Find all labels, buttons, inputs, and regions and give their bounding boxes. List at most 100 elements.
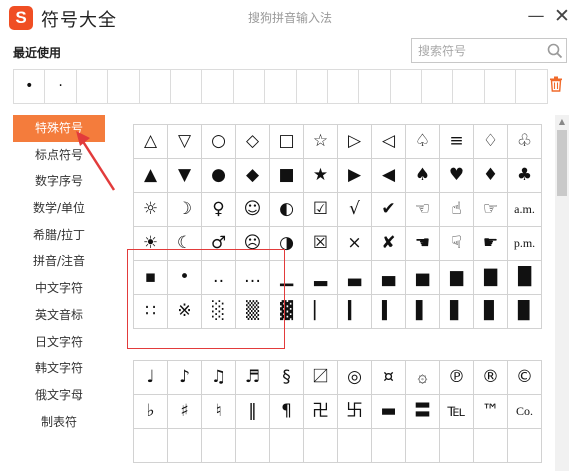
symbol-cell[interactable]: ♂ [202, 227, 236, 261]
sidebar-item[interactable]: 特殊符号 [13, 115, 105, 142]
sidebar-item[interactable]: 韩文字符 [13, 355, 105, 382]
recent-symbol-cell[interactable] [265, 70, 297, 103]
symbol-cell[interactable]: 〼 [304, 361, 338, 395]
symbol-cell[interactable]: 卍 [304, 395, 338, 429]
symbol-cell[interactable]: p.m. [508, 227, 542, 261]
symbol-cell[interactable]: ☀ [134, 227, 168, 261]
sidebar-item[interactable]: 拼音/注音 [13, 248, 105, 275]
symbol-cell[interactable]: ☑ [304, 193, 338, 227]
symbol-cell[interactable]: ® [474, 361, 508, 395]
symbol-cell[interactable] [440, 429, 474, 463]
recent-symbol-cell[interactable] [359, 70, 391, 103]
symbol-cell[interactable]: × [338, 227, 372, 261]
symbol-cell[interactable]: ▅ [406, 261, 440, 295]
symbol-cell[interactable]: a.m. [508, 193, 542, 227]
scrollbar[interactable]: ▲ [555, 115, 569, 471]
symbol-cell[interactable]: ◐ [270, 193, 304, 227]
symbol-cell[interactable]: ☚ [406, 227, 440, 261]
symbol-cell[interactable]: ℗ [440, 361, 474, 395]
symbol-cell[interactable]: © [508, 361, 542, 395]
search-icon[interactable] [546, 42, 564, 60]
symbol-cell[interactable] [508, 429, 542, 463]
symbol-cell[interactable]: ♫ [202, 361, 236, 395]
symbol-cell[interactable]: ♢ [474, 125, 508, 159]
symbol-cell[interactable]: ▓ [270, 295, 304, 329]
close-button[interactable]: ✕ [551, 5, 573, 27]
symbol-cell[interactable] [304, 429, 338, 463]
recent-symbol-cell[interactable] [328, 70, 360, 103]
symbol-cell[interactable]: √ [338, 193, 372, 227]
symbol-cell[interactable]: 〓 [406, 395, 440, 429]
symbol-cell[interactable]: ♯ [168, 395, 202, 429]
trash-icon[interactable] [549, 76, 563, 92]
symbol-cell[interactable]: ◆ [236, 159, 270, 193]
recent-symbol-cell[interactable] [234, 70, 266, 103]
recent-symbol-cell[interactable]: · [45, 70, 77, 103]
symbol-cell[interactable]: • [168, 261, 202, 295]
symbol-cell[interactable] [338, 429, 372, 463]
symbol-cell[interactable]: ▬ [372, 395, 406, 429]
symbol-cell[interactable]: ☝ [440, 193, 474, 227]
symbol-cell[interactable]: ※ [168, 295, 202, 329]
recent-symbol-cell[interactable] [391, 70, 423, 103]
symbol-cell[interactable]: ▶ [338, 159, 372, 193]
recent-symbol-cell[interactable] [297, 70, 328, 103]
symbol-cell[interactable]: ○ [202, 125, 236, 159]
symbol-cell[interactable]: ♭ [134, 395, 168, 429]
symbol-cell[interactable]: ░ [202, 295, 236, 329]
symbol-cell[interactable]: ‥ [202, 261, 236, 295]
symbol-cell[interactable]: ▷ [338, 125, 372, 159]
symbol-cell[interactable] [372, 429, 406, 463]
symbol-cell[interactable]: ☒ [304, 227, 338, 261]
symbol-cell[interactable]: ▃ [338, 261, 372, 295]
symbol-cell[interactable]: ▇ [474, 261, 508, 295]
symbol-cell[interactable]: ♪ [168, 361, 202, 395]
symbol-cell[interactable]: ▋ [440, 295, 474, 329]
symbol-cell[interactable]: ☛ [474, 227, 508, 261]
sidebar-item[interactable]: 数字序号 [13, 168, 105, 195]
symbol-cell[interactable]: Co. [508, 395, 542, 429]
symbol-cell[interactable]: … [236, 261, 270, 295]
symbol-cell[interactable]: ☺ [236, 193, 270, 227]
search-input[interactable] [418, 42, 538, 60]
symbol-cell[interactable] [406, 429, 440, 463]
symbol-cell[interactable]: ◑ [270, 227, 304, 261]
symbol-cell[interactable]: ☽ [168, 193, 202, 227]
symbol-cell[interactable]: ™ [474, 395, 508, 429]
symbol-cell[interactable]: ☹ [236, 227, 270, 261]
symbol-cell[interactable]: ♬ [236, 361, 270, 395]
symbol-cell[interactable] [168, 429, 202, 463]
recent-symbol-cell[interactable] [108, 70, 140, 103]
symbol-cell[interactable]: ▄ [372, 261, 406, 295]
symbol-cell[interactable]: █ [508, 261, 542, 295]
scroll-thumb[interactable] [557, 130, 567, 196]
symbol-cell[interactable]: ♤ [406, 125, 440, 159]
sidebar-item[interactable]: 英文音标 [13, 302, 105, 329]
recent-symbol-cell[interactable] [140, 70, 171, 103]
symbol-cell[interactable]: ▼ [168, 159, 202, 193]
symbol-cell[interactable]: § [270, 361, 304, 395]
symbol-cell[interactable]: ▏ [304, 295, 338, 329]
symbol-cell[interactable]: ◁ [372, 125, 406, 159]
symbol-cell[interactable]: ☟ [440, 227, 474, 261]
symbol-cell[interactable]: ۞ [406, 361, 440, 395]
symbol-cell[interactable]: ☜ [406, 193, 440, 227]
symbol-cell[interactable]: ◀ [372, 159, 406, 193]
symbol-cell[interactable]: ▎ [338, 295, 372, 329]
symbol-cell[interactable]: ☆ [304, 125, 338, 159]
symbol-cell[interactable]: ★ [304, 159, 338, 193]
symbol-cell[interactable] [236, 429, 270, 463]
search-box[interactable] [411, 38, 567, 63]
symbol-cell[interactable]: ¶ [270, 395, 304, 429]
recent-symbol-cell[interactable] [171, 70, 203, 103]
symbol-cell[interactable]: ♀ [202, 193, 236, 227]
symbol-cell[interactable]: ▍ [372, 295, 406, 329]
symbol-cell[interactable] [270, 429, 304, 463]
symbol-cell[interactable]: ▆ [440, 261, 474, 295]
recent-symbol-cell[interactable] [485, 70, 517, 103]
recent-symbol-cell[interactable] [202, 70, 234, 103]
symbol-cell[interactable] [474, 429, 508, 463]
symbol-cell[interactable]: ♦ [474, 159, 508, 193]
sidebar-item[interactable]: 希腊/拉丁 [13, 222, 105, 249]
symbol-cell[interactable] [202, 429, 236, 463]
